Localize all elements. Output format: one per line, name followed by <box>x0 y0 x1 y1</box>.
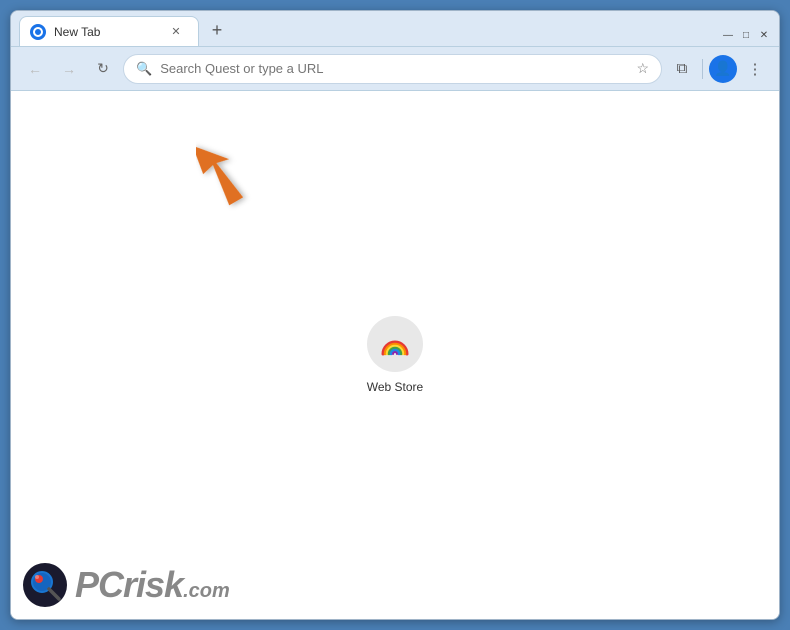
browser-content: Web Store PCrisk.com <box>11 91 779 619</box>
new-tab-button[interactable]: + <box>203 16 231 44</box>
tab-area: New Tab ✕ + <box>19 16 721 46</box>
address-input[interactable] <box>160 61 628 76</box>
active-tab[interactable]: New Tab ✕ <box>19 16 199 46</box>
reload-button[interactable]: ↻ <box>89 55 117 83</box>
extensions-button[interactable]: ⧉ <box>668 55 696 83</box>
tab-favicon-inner <box>33 27 43 37</box>
toolbar-divider <box>702 59 703 79</box>
back-button[interactable]: ← <box>21 55 49 83</box>
maximize-button[interactable]: □ <box>739 28 753 42</box>
profile-button[interactable]: 👤 <box>709 55 737 83</box>
webstore-icon-svg <box>380 332 410 356</box>
pcrisk-domain-text: .com <box>183 580 230 602</box>
arrow-svg <box>196 121 276 211</box>
webstore-label: Web Store <box>367 380 423 394</box>
pcrisk-logo-icon <box>23 563 67 607</box>
search-icon: 🔍 <box>136 61 152 77</box>
bookmark-icon[interactable]: ☆ <box>636 60 649 77</box>
pcrisk-brand-text: PCrisk.com <box>75 564 230 606</box>
title-bar: New Tab ✕ + — □ ✕ <box>11 11 779 47</box>
minimize-button[interactable]: — <box>721 28 735 42</box>
pcrisk-magnifier-svg <box>26 566 64 604</box>
tab-title: New Tab <box>54 25 160 39</box>
navigation-bar: ← → ↻ 🔍 ☆ ⧉ 👤 ⋮ <box>11 47 779 91</box>
pcrisk-risk-text: risk <box>123 564 183 605</box>
shortcuts-area: Web Store <box>367 316 423 394</box>
close-window-button[interactable]: ✕ <box>757 28 771 42</box>
window-controls: — □ ✕ <box>721 28 771 42</box>
tab-favicon <box>30 24 46 40</box>
tab-close-button[interactable]: ✕ <box>168 24 184 40</box>
webstore-shortcut-icon[interactable] <box>367 316 423 372</box>
browser-window: New Tab ✕ + — □ ✕ ← → ↻ 🔍 ☆ ⧉ 👤 ⋮ <box>10 10 780 620</box>
toolbar-right: ⧉ 👤 ⋮ <box>668 55 769 83</box>
forward-button[interactable]: → <box>55 55 83 83</box>
address-bar[interactable]: 🔍 ☆ <box>123 54 662 84</box>
pcrisk-pc-text: PC <box>75 564 123 605</box>
menu-button[interactable]: ⋮ <box>741 55 769 83</box>
pcrisk-watermark: PCrisk.com <box>23 563 230 607</box>
